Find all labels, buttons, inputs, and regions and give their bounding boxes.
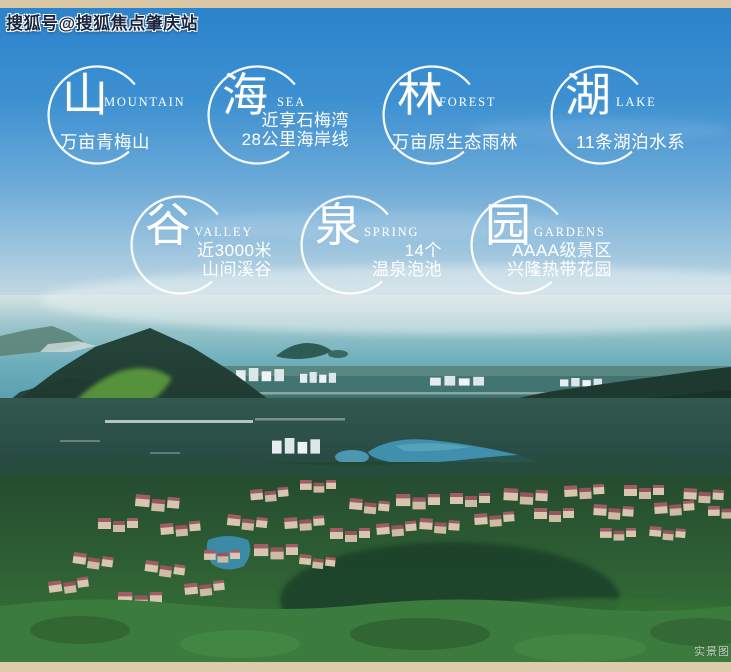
badge-forest: 林 FOREST 万亩原生态雨林	[382, 65, 547, 183]
badge-description-line2: 温泉泡池	[328, 260, 442, 279]
badge-description: 万亩原生态雨林	[392, 129, 518, 154]
badge-description-line2: 兴隆热带花园	[498, 260, 612, 279]
badge-description: 11条湖泊水系	[576, 129, 685, 154]
badge-description-line1: 14个	[328, 241, 442, 260]
badge-description-line1: 近3000米	[158, 241, 272, 260]
badge-sea: 海 SEA 近享石梅湾 28公里海岸线	[207, 65, 372, 183]
badge-gardens: 园 GARDENS AAAA级景区 兴隆热带花园	[470, 195, 635, 313]
badge-hanzi: 湖	[556, 67, 620, 125]
badge-description: 近享石梅湾 28公里海岸线	[235, 111, 349, 149]
badge-english-label: GARDENS	[534, 225, 606, 240]
sohu-account-label: 搜狐号@搜狐焦点肇庆站	[6, 9, 198, 34]
bottom-tan-strip	[0, 662, 731, 672]
badge-description-line1: AAAA级景区	[498, 241, 612, 260]
badge-english-label: SPRING	[364, 225, 419, 240]
badge-english-label: MOUNTAIN	[104, 95, 185, 110]
badge-english-label: SEA	[277, 95, 306, 110]
badge-english-label: VALLEY	[194, 225, 253, 240]
badge-lake: 湖 LAKE 11条湖泊水系	[550, 65, 715, 183]
badge-description: 万亩青梅山	[60, 129, 150, 154]
badge-description: AAAA级景区 兴隆热带花园	[498, 241, 612, 279]
badge-spring: 泉 SPRING 14个 温泉泡池	[300, 195, 465, 313]
badge-english-label: LAKE	[616, 95, 657, 110]
badge-mountain: 山 MOUNTAIN 万亩青梅山	[47, 65, 212, 183]
badge-valley: 谷 VALLEY 近3000米 山间溪谷	[130, 195, 295, 313]
badge-description: 近3000米 山间溪谷	[158, 241, 272, 279]
top-tan-strip	[0, 0, 731, 8]
badge-description-line2: 山间溪谷	[158, 260, 272, 279]
promo-page: 搜狐号@搜狐焦点肇庆站 山 MOUNTAIN 万亩青梅山 海 SEA 近享石梅湾…	[0, 0, 731, 672]
badge-description-line2: 28公里海岸线	[235, 130, 349, 149]
badge-description-line1: 近享石梅湾	[235, 111, 349, 130]
badge-english-label: FOREST	[439, 95, 496, 110]
badge-description: 14个 温泉泡池	[328, 241, 442, 279]
photo-watermark: 实景图	[694, 643, 730, 659]
